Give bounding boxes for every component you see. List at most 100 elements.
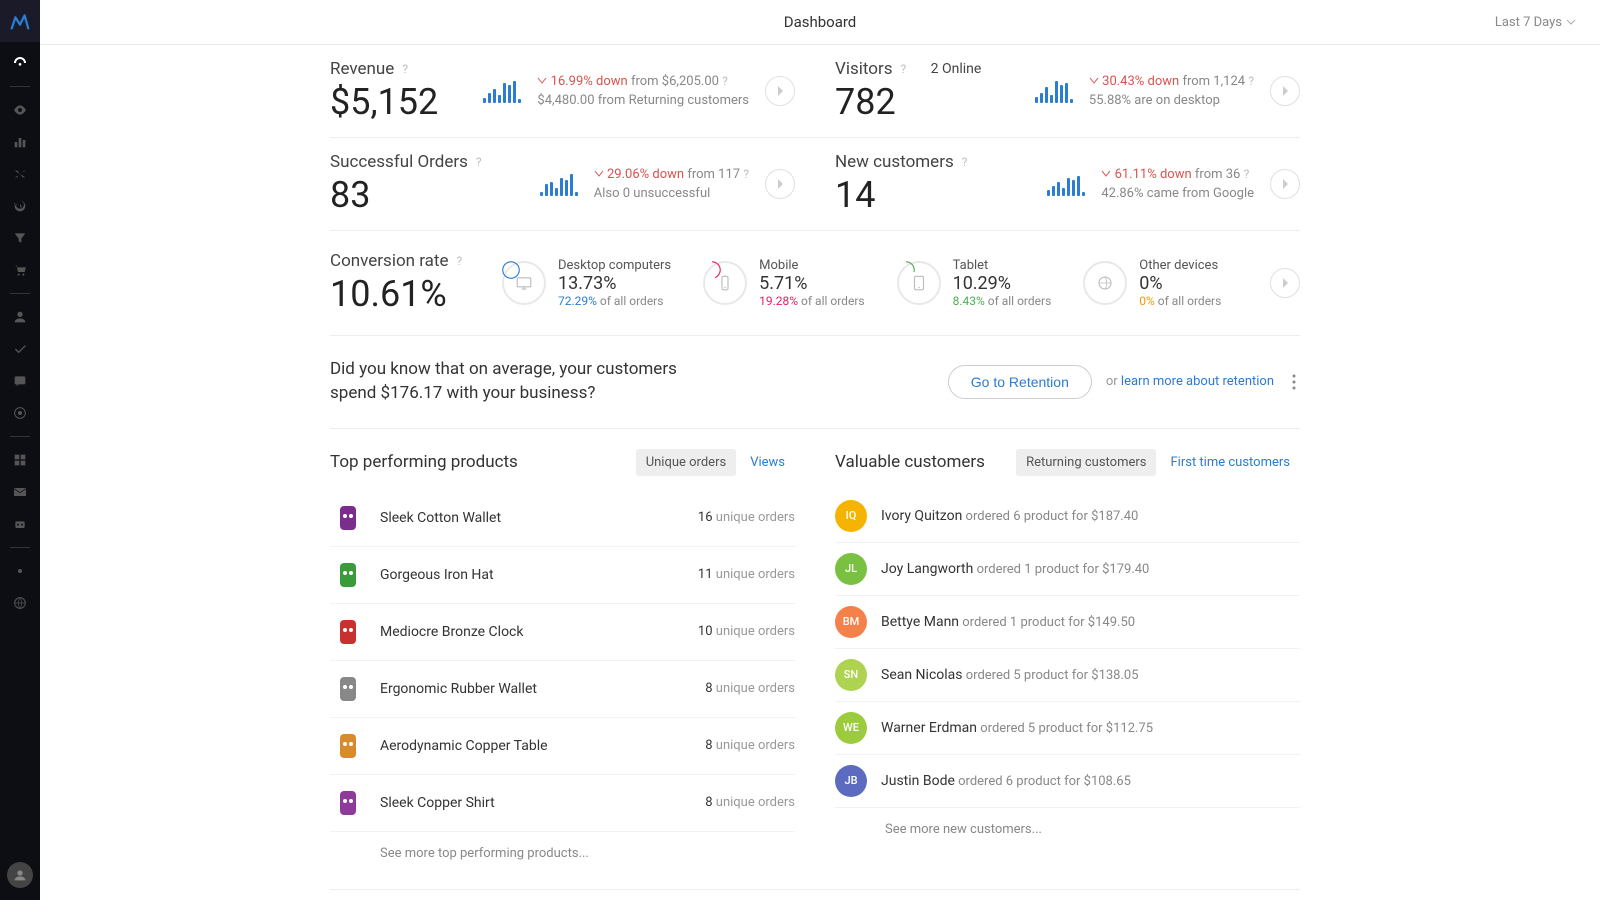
see-more-products-link[interactable]: See more top performing products... xyxy=(330,832,795,875)
product-thumb xyxy=(330,614,366,650)
see-more-customers-link[interactable]: See more new customers... xyxy=(835,808,1300,851)
nav-eye-icon[interactable] xyxy=(0,95,40,125)
date-filter[interactable]: Last 7 Days xyxy=(1495,15,1576,30)
kpi-orders: Successful Orders? 83 29.06% down from 1… xyxy=(330,138,795,230)
nav-shuffle-icon[interactable] xyxy=(0,159,40,189)
more-menu-icon[interactable] xyxy=(1288,370,1300,394)
device-tablet: Tablet 10.29% 8.43% of all orders xyxy=(897,258,1052,308)
device-conversion-pct: 10.29% xyxy=(953,273,1052,294)
nav-robot-icon[interactable] xyxy=(0,509,40,539)
product-order-count: 16 unique orders xyxy=(698,510,795,525)
sparkline-revenue xyxy=(483,79,521,103)
valuable-customers-title: Valuable customers xyxy=(835,452,985,472)
kpi-drilldown-arrow[interactable] xyxy=(1270,76,1300,106)
nav-bars-icon[interactable] xyxy=(0,127,40,157)
tab-first-time-customers[interactable]: First time customers xyxy=(1160,449,1300,476)
kpi-drilldown-arrow[interactable] xyxy=(1270,169,1300,199)
kpi-orders-value: 83 xyxy=(330,174,482,216)
product-name: Aerodynamic Copper Table xyxy=(380,738,691,754)
product-thumb xyxy=(330,671,366,707)
tab-unique-orders[interactable]: Unique orders xyxy=(636,449,736,476)
device-desktop-computers: Desktop computers 13.73% 72.29% of all o… xyxy=(502,258,671,308)
tab-views[interactable]: Views xyxy=(740,449,795,476)
device-conversion-pct: 0% xyxy=(1139,273,1221,294)
customer-detail: Sean Nicolas ordered 5 product for $138.… xyxy=(881,667,1300,683)
product-row[interactable]: Sleek Cotton Wallet 16 unique orders xyxy=(330,490,795,547)
arrow-down-icon xyxy=(537,77,547,85)
kpi-orders-label: Successful Orders xyxy=(330,152,468,172)
product-row[interactable]: Mediocre Bronze Clock 10 unique orders xyxy=(330,604,795,661)
kpi-orders-meta: 29.06% down from 117 ? Also 0 unsuccessf… xyxy=(594,165,749,204)
kpi-visitors-value: 782 xyxy=(835,81,981,123)
kpi-visitors-label: Visitors xyxy=(835,59,893,79)
customer-row[interactable]: JB Justin Bode ordered 6 product for $10… xyxy=(835,755,1300,808)
product-order-count: 10 unique orders xyxy=(698,624,795,639)
customer-avatar: BM xyxy=(835,606,867,638)
kpi-drilldown-arrow[interactable] xyxy=(765,76,795,106)
product-order-count: 8 unique orders xyxy=(705,681,795,696)
nav-globe-icon[interactable] xyxy=(0,588,40,618)
help-icon[interactable]: ? xyxy=(901,62,907,76)
customer-row[interactable]: SN Sean Nicolas ordered 5 product for $1… xyxy=(835,649,1300,702)
nav-apps-icon[interactable] xyxy=(0,445,40,475)
device-conversion-pct: 13.73% xyxy=(558,273,671,294)
help-icon[interactable]: ? xyxy=(402,62,408,76)
customer-detail: Ivory Quitzon ordered 6 product for $187… xyxy=(881,508,1300,524)
kpi-new-customers: New customers? 14 61.11% down from 36 ? … xyxy=(835,138,1300,230)
help-icon[interactable]: ? xyxy=(722,74,728,88)
nav-target-icon[interactable] xyxy=(0,398,40,428)
nav-gear-icon[interactable] xyxy=(0,556,40,586)
help-icon[interactable]: ? xyxy=(457,254,463,268)
nav-user-icon[interactable] xyxy=(0,302,40,332)
product-row[interactable]: Ergonomic Rubber Wallet 8 unique orders xyxy=(330,661,795,718)
visitors-online-badge: 2 Online xyxy=(931,61,982,77)
retention-text-1: Did you know that on average, your custo… xyxy=(330,358,948,382)
kpi-revenue-value: $5,152 xyxy=(330,81,438,123)
product-name: Ergonomic Rubber Wallet xyxy=(380,681,691,697)
device-icon xyxy=(703,261,747,305)
learn-more-retention-link[interactable]: learn more about retention xyxy=(1121,374,1274,389)
kpi-revenue: Revenue? $5,152 16.99% down from $6,205.… xyxy=(330,45,795,137)
arrow-down-icon xyxy=(594,170,604,178)
product-row[interactable]: Sleek Copper Shirt 8 unique orders xyxy=(330,775,795,832)
product-thumb xyxy=(330,557,366,593)
arrow-down-icon xyxy=(1089,77,1099,85)
customer-avatar: JB xyxy=(835,765,867,797)
nav-chat-icon[interactable] xyxy=(0,366,40,396)
customer-detail: Bettye Mann ordered 1 product for $149.5… xyxy=(881,614,1300,630)
kpi-drilldown-arrow[interactable] xyxy=(1270,268,1300,298)
product-thumb xyxy=(330,500,366,536)
device-icon xyxy=(1083,261,1127,305)
nav-filter-icon[interactable] xyxy=(0,223,40,253)
kpi-newcust-label: New customers xyxy=(835,152,954,172)
device-icon xyxy=(897,261,941,305)
conversion-value: 10.61% xyxy=(330,273,490,315)
customer-avatar: WE xyxy=(835,712,867,744)
nav-history-icon[interactable] xyxy=(0,191,40,221)
header: Dashboard Last 7 Days xyxy=(40,0,1600,45)
date-filter-label: Last 7 Days xyxy=(1495,15,1562,30)
nav-mail-icon[interactable] xyxy=(0,477,40,507)
customer-row[interactable]: IQ Ivory Quitzon ordered 6 product for $… xyxy=(835,490,1300,543)
customer-avatar: SN xyxy=(835,659,867,691)
product-row[interactable]: Gorgeous Iron Hat 11 unique orders xyxy=(330,547,795,604)
retention-text-2: spend $176.17 with your business? xyxy=(330,382,948,406)
customer-row[interactable]: WE Warner Erdman ordered 5 product for $… xyxy=(835,702,1300,755)
help-icon[interactable]: ? xyxy=(1244,167,1250,181)
tab-returning-customers[interactable]: Returning customers xyxy=(1016,449,1156,476)
customer-row[interactable]: JL Joy Langworth ordered 1 product for $… xyxy=(835,543,1300,596)
kpi-drilldown-arrow[interactable] xyxy=(765,169,795,199)
product-row[interactable]: Aerodynamic Copper Table 8 unique orders xyxy=(330,718,795,775)
go-to-retention-button[interactable]: Go to Retention xyxy=(948,365,1092,399)
app-logo[interactable] xyxy=(0,0,40,42)
nav-cart-icon[interactable] xyxy=(0,255,40,285)
customer-row[interactable]: BM Bettye Mann ordered 1 product for $14… xyxy=(835,596,1300,649)
help-icon[interactable]: ? xyxy=(1248,74,1254,88)
device-name: Desktop computers xyxy=(558,258,671,273)
help-icon[interactable]: ? xyxy=(743,167,749,181)
user-avatar[interactable] xyxy=(7,862,33,888)
nav-check-icon[interactable] xyxy=(0,334,40,364)
nav-dashboard-icon[interactable] xyxy=(0,48,40,78)
device-other-devices: Other devices 0% 0% of all orders xyxy=(1083,258,1221,308)
top-products-title: Top performing products xyxy=(330,452,518,472)
